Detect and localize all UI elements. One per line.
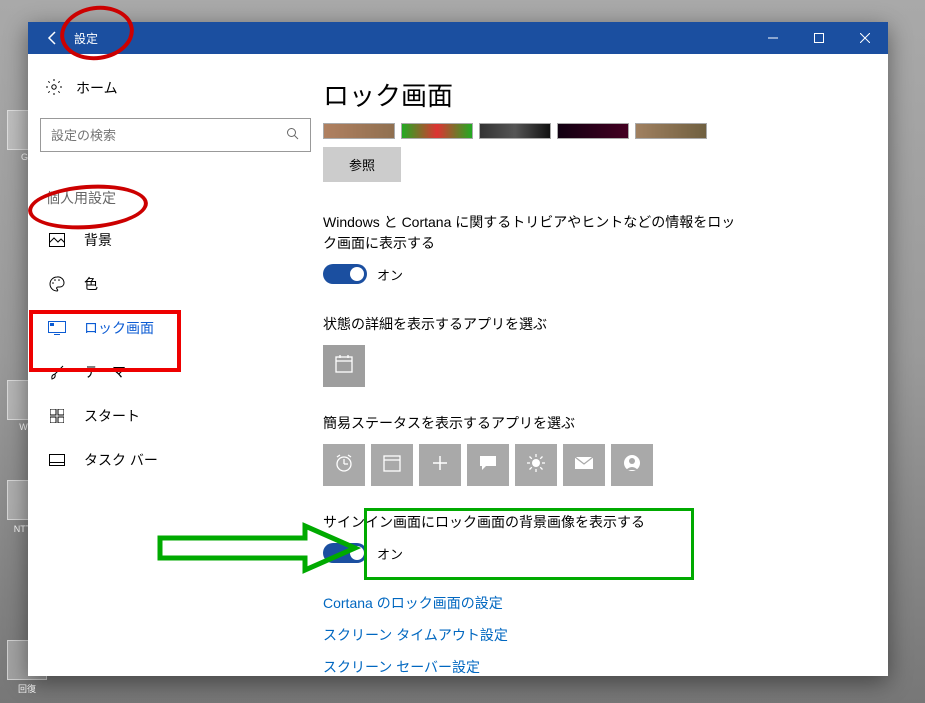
thumbnail[interactable] [323, 123, 395, 139]
search-icon [286, 127, 300, 144]
quick-app-tile-people[interactable] [611, 444, 653, 486]
brush-icon [48, 363, 66, 381]
toggle-state: オン [377, 544, 403, 563]
nav-label: 色 [84, 274, 98, 294]
search-input[interactable] [40, 118, 311, 152]
page-title: ロック画面 [323, 76, 858, 113]
search-field[interactable] [51, 128, 286, 143]
settings-window: 設定 ホーム 個人用設定 背景 [28, 22, 888, 676]
sidebar-item-themes[interactable]: テーマ [36, 350, 315, 394]
quick-app-tile-alarm[interactable] [323, 444, 365, 486]
sidebar-item-colors[interactable]: 色 [36, 262, 315, 306]
content-area: ロック画面 参照 Windows と Cortana に関するトリビアやヒントな… [323, 54, 888, 676]
thumbnail[interactable] [557, 123, 629, 139]
calendar-icon [382, 453, 402, 478]
sidebar-item-start[interactable]: スタート [36, 394, 315, 438]
back-button[interactable] [38, 22, 68, 54]
cortana-tips-toggle[interactable] [323, 264, 367, 284]
screensaver-link[interactable]: スクリーン セーバー設定 [323, 657, 858, 676]
home-button[interactable]: ホーム [36, 72, 315, 104]
sidebar-item-taskbar[interactable]: タスク バー [36, 438, 315, 482]
nav-label: タスク バー [84, 450, 158, 470]
cortana-tips-label: Windows と Cortana に関するトリビアやヒントなどの情報をロック画… [323, 212, 743, 254]
thumbnail[interactable] [635, 123, 707, 139]
screen-timeout-link[interactable]: スクリーン タイムアウト設定 [323, 625, 858, 645]
titlebar: 設定 [28, 22, 888, 54]
quick-status-label: 簡易ステータスを表示するアプリを選ぶ [323, 413, 858, 434]
thumbnail[interactable] [401, 123, 473, 139]
browse-button[interactable]: 参照 [323, 147, 401, 182]
quick-app-tile-mail[interactable] [563, 444, 605, 486]
picture-icon [48, 231, 66, 249]
background-thumbnails [323, 123, 858, 139]
minimize-button[interactable] [750, 22, 796, 54]
calendar-icon [334, 354, 354, 379]
window-title: 設定 [74, 30, 98, 47]
quick-app-tile-calendar[interactable] [371, 444, 413, 486]
mail-icon [574, 456, 594, 475]
maximize-button[interactable] [796, 22, 842, 54]
home-label: ホーム [76, 78, 118, 98]
quick-app-tile-weather[interactable] [515, 444, 557, 486]
nav-label: ロック画面 [84, 318, 154, 338]
gear-icon [46, 79, 62, 98]
detailed-app-tile[interactable] [323, 345, 365, 387]
quick-app-tile-messaging[interactable] [467, 444, 509, 486]
palette-icon [48, 275, 66, 293]
sidebar: ホーム 個人用設定 背景 色 ロック画面 テーマ [28, 54, 323, 676]
plus-icon [431, 454, 449, 477]
clock-icon [334, 453, 354, 478]
cortana-lockscreen-link[interactable]: Cortana のロック画面の設定 [323, 593, 858, 613]
sun-icon [526, 453, 546, 478]
toggle-state: オン [377, 265, 403, 284]
nav-label: テーマ [84, 362, 126, 382]
thumbnail[interactable] [479, 123, 551, 139]
sidebar-item-background[interactable]: 背景 [36, 218, 315, 262]
taskbar-icon [48, 451, 66, 469]
nav-label: 背景 [84, 230, 112, 250]
grid-icon [48, 407, 66, 425]
section-label: 個人用設定 [46, 188, 315, 208]
person-icon [623, 454, 641, 477]
signin-bg-label: サインイン画面にロック画面の背景画像を表示する [323, 512, 858, 533]
chat-icon [478, 454, 498, 477]
detailed-status-label: 状態の詳細を表示するアプリを選ぶ [323, 314, 858, 335]
close-button[interactable] [842, 22, 888, 54]
nav-label: スタート [84, 406, 140, 426]
signin-bg-toggle[interactable] [323, 543, 367, 563]
monitor-icon [48, 319, 66, 337]
sidebar-item-lockscreen[interactable]: ロック画面 [36, 306, 315, 350]
window-controls [750, 22, 888, 54]
quick-app-tile-add[interactable] [419, 444, 461, 486]
